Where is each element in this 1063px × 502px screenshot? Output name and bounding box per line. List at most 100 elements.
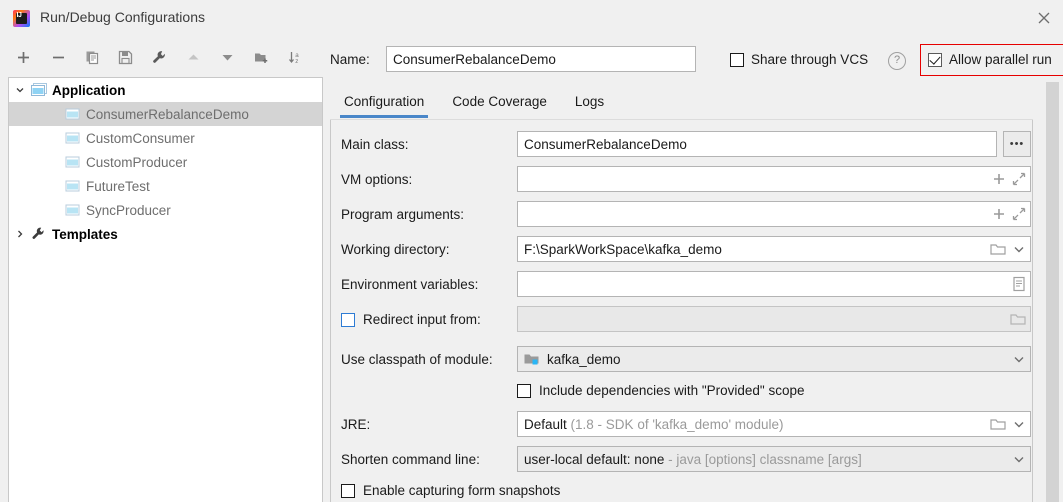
tab-logs[interactable]: Logs: [561, 88, 618, 118]
checkbox-box: [341, 312, 355, 327]
list-edit-icon[interactable]: [1012, 276, 1026, 292]
jre-label: JRE:: [341, 417, 371, 432]
vm-options-input[interactable]: [517, 166, 1031, 192]
checkbox-box: [517, 383, 531, 398]
folder-icon: [1010, 312, 1026, 326]
configuration-form: Main class: ConsumerRebalanceDemo ••• VM…: [330, 120, 1033, 502]
save-configuration-button[interactable]: [112, 44, 138, 70]
remove-configuration-button[interactable]: [45, 44, 71, 70]
close-icon[interactable]: [1031, 6, 1057, 30]
plus-icon[interactable]: [992, 172, 1006, 186]
redirect-input-checkbox[interactable]: Redirect input from:: [341, 312, 481, 327]
plus-icon[interactable]: [992, 207, 1006, 221]
window-titlebar: Run/Debug Configurations: [0, 0, 1063, 37]
chevron-down-icon[interactable]: [1012, 417, 1026, 431]
tree-item-label: ConsumerRebalanceDemo: [86, 106, 249, 122]
tree-item-application-group[interactable]: Application: [9, 78, 322, 102]
configurations-tree[interactable]: Application ConsumerRebalanceDemo Custom…: [8, 77, 323, 502]
redirect-input-label: Redirect input from:: [363, 312, 481, 327]
include-provided-scope-checkbox[interactable]: Include dependencies with "Provided" sco…: [517, 383, 805, 398]
jre-combo[interactable]: Default (1.8 - SDK of 'kafka_demo' modul…: [517, 411, 1031, 437]
new-folder-button[interactable]: [248, 44, 274, 70]
program-arguments-input[interactable]: [517, 201, 1031, 227]
tab-code-coverage[interactable]: Code Coverage: [438, 88, 561, 118]
tree-item-syncproducer[interactable]: SyncProducer: [9, 198, 322, 222]
tab-bar: Configuration Code Coverage Logs: [330, 88, 1033, 120]
tree-item-templates-group[interactable]: Templates: [9, 222, 322, 246]
tree-item-label: Application: [52, 82, 126, 98]
copy-configuration-button[interactable]: [79, 44, 105, 70]
main-class-browse-button[interactable]: •••: [1003, 131, 1031, 157]
window-title: Run/Debug Configurations: [40, 9, 205, 25]
working-directory-input[interactable]: F:\SparkWorkSpace\kafka_demo: [517, 236, 1031, 262]
main-class-input[interactable]: ConsumerRebalanceDemo: [517, 131, 997, 157]
shorten-command-line-hint: - java [options] classname [args]: [668, 451, 862, 467]
use-classpath-combo[interactable]: kafka_demo: [517, 346, 1031, 372]
help-question-icon[interactable]: ?: [888, 52, 906, 70]
shorten-command-line-combo[interactable]: user-local default: none - java [options…: [517, 446, 1031, 472]
application-icon: [65, 107, 81, 121]
main-class-value: ConsumerRebalanceDemo: [524, 136, 687, 152]
chevron-down-icon[interactable]: [1012, 242, 1026, 256]
checkbox-box: [928, 52, 942, 67]
application-icon: [31, 83, 47, 97]
edit-templates-wrench-icon[interactable]: [146, 44, 172, 70]
chevron-right-icon[interactable]: [9, 229, 31, 239]
application-icon: [65, 203, 81, 217]
use-classpath-label: Use classpath of module:: [341, 352, 493, 367]
environment-variables-input[interactable]: [517, 271, 1031, 297]
tree-item-label: CustomConsumer: [86, 130, 195, 146]
program-arguments-label: Program arguments:: [341, 207, 465, 222]
tree-item-label: SyncProducer: [86, 202, 171, 218]
move-up-button[interactable]: [180, 44, 206, 70]
allow-parallel-run-checkbox[interactable]: Allow parallel run: [928, 52, 1052, 67]
expand-diagonal-icon[interactable]: [1012, 172, 1026, 186]
tree-item-label: FutureTest: [86, 178, 150, 194]
tree-item-customproducer[interactable]: CustomProducer: [9, 150, 322, 174]
use-classpath-value: kafka_demo: [547, 351, 621, 367]
tree-item-consumerrebalancedemo[interactable]: ConsumerRebalanceDemo: [9, 102, 322, 126]
tree-item-label: CustomProducer: [86, 154, 188, 170]
working-directory-value: F:\SparkWorkSpace\kafka_demo: [524, 241, 722, 257]
intellij-idea-logo-icon: [13, 10, 30, 27]
shorten-command-line-value: user-local default: none: [524, 451, 665, 467]
name-input[interactable]: [386, 46, 696, 72]
add-configuration-button[interactable]: [10, 44, 36, 70]
application-icon: [65, 155, 81, 169]
jre-hint: (1.8 - SDK of 'kafka_demo' module): [570, 416, 784, 432]
vertical-scrollbar-thumb[interactable]: [1046, 82, 1059, 502]
folder-icon[interactable]: [990, 242, 1006, 256]
include-provided-scope-label: Include dependencies with "Provided" sco…: [539, 383, 805, 398]
expand-diagonal-icon[interactable]: [1012, 207, 1026, 221]
chevron-down-icon[interactable]: [1012, 352, 1026, 366]
application-icon: [65, 131, 81, 145]
redirect-input-field[interactable]: [517, 306, 1031, 332]
tree-item-futuretest[interactable]: FutureTest: [9, 174, 322, 198]
run-debug-configurations-dialog: Run/Debug Configurations: [0, 0, 1063, 502]
chevron-down-icon[interactable]: [9, 85, 31, 95]
application-icon: [65, 179, 81, 193]
enable-form-snapshots-label: Enable capturing form snapshots: [363, 483, 561, 498]
environment-variables-label: Environment variables:: [341, 277, 479, 292]
tab-configuration[interactable]: Configuration: [330, 88, 438, 118]
enable-form-snapshots-checkbox[interactable]: Enable capturing form snapshots: [341, 483, 560, 498]
module-folder-icon: [524, 352, 540, 366]
tree-item-label: Templates: [52, 226, 118, 242]
checkbox-box: [341, 483, 355, 498]
vm-options-label: VM options:: [341, 172, 413, 187]
main-class-label: Main class:: [341, 137, 409, 152]
jre-value: Default: [524, 416, 567, 432]
allow-parallel-run-label: Allow parallel run: [949, 52, 1052, 67]
shorten-command-line-label: Shorten command line:: [341, 452, 480, 467]
svg-text:z: z: [295, 58, 298, 65]
configurations-toolbar: a z: [0, 37, 321, 77]
chevron-down-icon[interactable]: [1012, 452, 1026, 466]
working-directory-label: Working directory:: [341, 242, 450, 257]
tree-item-customconsumer[interactable]: CustomConsumer: [9, 126, 322, 150]
folder-icon[interactable]: [990, 417, 1006, 431]
share-through-vcs-label: Share through VCS: [751, 52, 869, 67]
name-label: Name:: [330, 52, 370, 67]
share-through-vcs-checkbox[interactable]: Share through VCS: [730, 52, 868, 67]
sort-alphabetically-button[interactable]: a z: [282, 44, 308, 70]
move-down-button[interactable]: [214, 44, 240, 70]
